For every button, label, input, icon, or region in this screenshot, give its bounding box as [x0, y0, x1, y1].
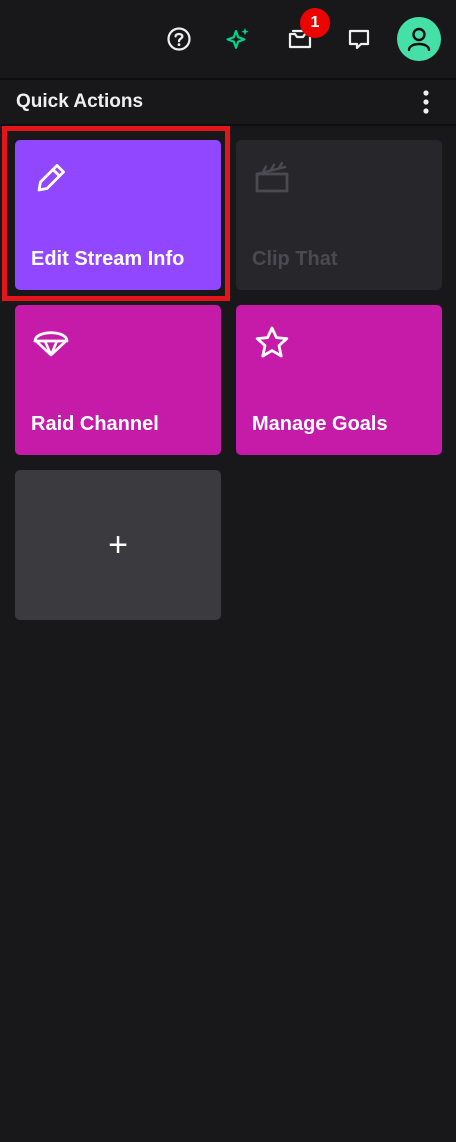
clip-that-tile[interactable]: Clip That: [236, 140, 442, 290]
tile-label: Clip That: [252, 248, 338, 270]
edit-stream-info-tile[interactable]: Edit Stream Info: [15, 140, 221, 290]
top-navigation-bar: 1: [0, 0, 456, 80]
manage-goals-tile[interactable]: Manage Goals: [236, 305, 442, 455]
add-quick-action-tile[interactable]: +: [15, 470, 221, 620]
notification-badge: 1: [300, 8, 330, 38]
user-avatar-icon[interactable]: [397, 17, 441, 61]
sparkle-icon[interactable]: [223, 24, 253, 54]
star-icon: [252, 323, 292, 368]
parachute-icon: [31, 323, 71, 368]
plus-icon: +: [108, 525, 128, 564]
quick-actions-header: Quick Actions: [0, 80, 456, 126]
raid-channel-tile[interactable]: Raid Channel: [15, 305, 221, 455]
clapperboard-icon: [252, 158, 292, 203]
pencil-icon: [31, 158, 71, 203]
tile-label: Raid Channel: [31, 413, 159, 435]
help-circle-icon[interactable]: [164, 24, 194, 54]
quick-actions-title: Quick Actions: [16, 91, 144, 112]
tile-label: Edit Stream Info: [31, 248, 185, 270]
kebab-icon[interactable]: [414, 84, 438, 120]
chat-bubble-icon[interactable]: [344, 24, 374, 54]
tile-label: Manage Goals: [252, 413, 388, 435]
